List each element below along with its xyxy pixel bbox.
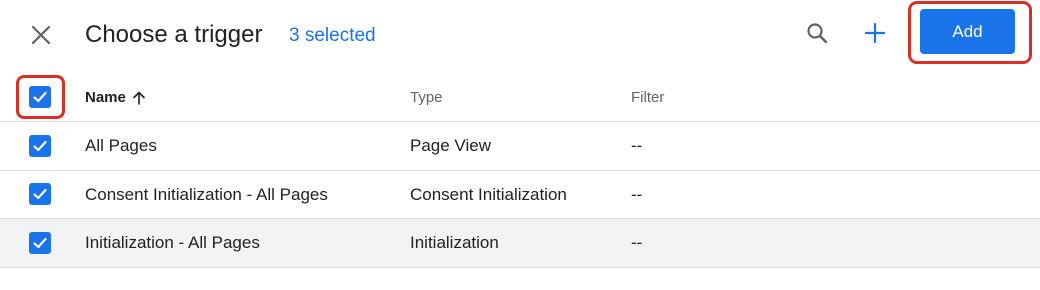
checkmark-icon bbox=[33, 140, 47, 152]
table-row[interactable]: Consent Initialization - All Pages Conse… bbox=[0, 171, 1040, 219]
table-row[interactable]: Initialization - All Pages Initializatio… bbox=[0, 219, 1040, 267]
trigger-name: Initialization - All Pages bbox=[85, 233, 260, 252]
trigger-filter: -- bbox=[631, 136, 643, 155]
dialog-header: Choose a trigger 3 selected Add bbox=[0, 0, 1040, 72]
close-icon bbox=[31, 25, 51, 45]
trigger-filter: -- bbox=[631, 185, 643, 204]
checkmark-icon bbox=[33, 237, 47, 249]
search-button[interactable] bbox=[800, 16, 834, 50]
row-checkbox[interactable] bbox=[29, 232, 51, 254]
column-header-type: Type bbox=[410, 89, 443, 106]
trigger-type: Page View bbox=[410, 136, 491, 155]
column-header-filter: Filter bbox=[631, 89, 665, 106]
selected-count: 3 selected bbox=[289, 25, 376, 46]
search-icon bbox=[807, 23, 828, 44]
close-button[interactable] bbox=[24, 18, 58, 52]
trigger-type: Consent Initialization bbox=[410, 185, 567, 204]
dialog-title: Choose a trigger bbox=[85, 21, 263, 48]
trigger-filter: -- bbox=[631, 233, 643, 252]
trigger-name: All Pages bbox=[85, 136, 157, 155]
table-row[interactable]: All Pages Page View -- bbox=[0, 122, 1040, 170]
column-header-name-label: Name bbox=[85, 89, 126, 106]
add-button[interactable]: Add bbox=[920, 9, 1015, 54]
row-checkbox[interactable] bbox=[29, 183, 51, 205]
row-checkbox[interactable] bbox=[29, 135, 51, 157]
select-all-checkbox[interactable] bbox=[29, 86, 51, 108]
row-divider bbox=[0, 267, 1040, 268]
trigger-name: Consent Initialization - All Pages bbox=[85, 185, 328, 204]
column-header-name[interactable]: Name bbox=[85, 89, 146, 107]
checkmark-icon bbox=[33, 91, 47, 103]
plus-icon bbox=[865, 23, 885, 43]
checkmark-icon bbox=[33, 188, 47, 200]
arrow-up-icon bbox=[133, 91, 145, 105]
trigger-type: Initialization bbox=[410, 233, 499, 252]
add-trigger-button[interactable] bbox=[858, 16, 892, 50]
